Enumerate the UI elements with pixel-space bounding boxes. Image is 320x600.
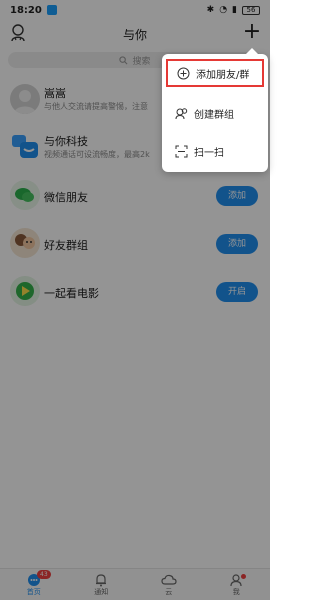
menu-item-label: 添加朋友/群 xyxy=(196,69,250,81)
menu-item-add-friend[interactable]: 添加朋友/群 xyxy=(166,59,264,87)
menu-item-scan[interactable]: 扫一扫 xyxy=(166,137,264,165)
menu-item-create-group[interactable]: 创建群组 xyxy=(166,99,264,127)
menu-item-label: 扫一扫 xyxy=(194,147,224,159)
add-menu-popup: 添加朋友/群 创建群组 扫一扫 xyxy=(162,48,268,172)
scan-icon xyxy=(174,144,188,158)
menu-item-label: 创建群组 xyxy=(194,109,234,121)
create-group-icon xyxy=(174,106,188,120)
add-circle-icon xyxy=(176,66,190,80)
